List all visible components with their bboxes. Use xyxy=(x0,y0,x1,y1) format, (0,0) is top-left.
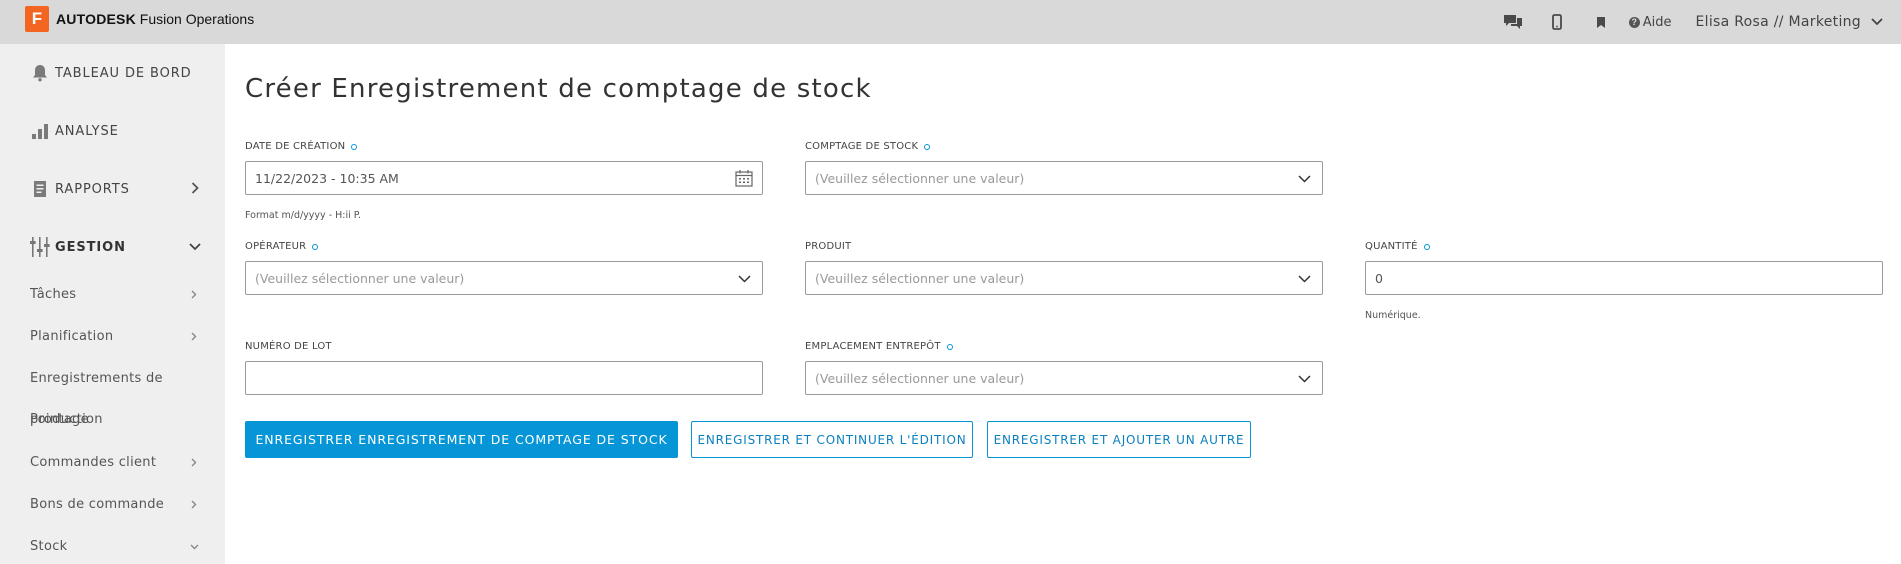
sidebar-item-reports[interactable]: RAPPORTS xyxy=(0,160,225,218)
mobile-icon[interactable] xyxy=(1535,0,1579,44)
chevron-right-icon xyxy=(191,182,199,194)
chevron-down-icon xyxy=(1298,275,1311,283)
bookmark-icon[interactable] xyxy=(1579,0,1623,44)
sidebar-item-analysis[interactable]: ANALYSE xyxy=(0,102,225,160)
required-icon xyxy=(924,143,931,150)
bell-icon xyxy=(29,62,51,84)
sidebar-subitem-production[interactable]: production xyxy=(30,412,103,427)
chevron-down-icon xyxy=(1298,375,1311,383)
document-icon xyxy=(29,178,51,200)
required-icon xyxy=(312,243,319,250)
chevron-right-icon xyxy=(191,332,197,341)
calendar-icon[interactable] xyxy=(735,169,753,190)
user-name: Elisa Rosa // Marketing xyxy=(1695,14,1861,30)
chat-icon[interactable] xyxy=(1491,0,1535,44)
chevron-down-icon xyxy=(738,275,751,283)
creation-date-field[interactable]: 11/22/2023 - 10:35 AM xyxy=(245,161,763,195)
save-and-continue-button[interactable]: ENREGISTRER ET CONTINUER L'ÉDITION xyxy=(691,421,973,458)
product-label: PRODUIT xyxy=(805,241,852,252)
chevron-right-icon xyxy=(191,500,197,509)
operator-label: OPÉRATEUR xyxy=(245,241,319,252)
date-format-hint: Format m/d/yyyy - H:ii P. xyxy=(245,210,362,221)
quantity-label: QUANTITÉ xyxy=(1365,241,1430,252)
sidebar-subitem-stock[interactable]: Stock xyxy=(0,525,225,564)
warehouse-location-select[interactable]: (Veuillez sélectionner une valeur) xyxy=(805,361,1323,395)
help-icon: ? xyxy=(1628,16,1640,28)
quantity-field[interactable]: 0 xyxy=(1365,261,1883,295)
chevron-down-icon xyxy=(189,243,201,251)
stock-count-label: COMPTAGE DE STOCK xyxy=(805,141,931,152)
creation-date-label: DATE DE CRÉATION xyxy=(245,141,358,152)
user-menu[interactable]: Elisa Rosa // Marketing xyxy=(1696,14,1884,30)
save-and-add-another-button[interactable]: ENREGISTRER ET AJOUTER UN AUTRE xyxy=(987,421,1251,458)
warehouse-location-label: EMPLACEMENT ENTREPÔT xyxy=(805,341,953,352)
sidebar: TABLEAU DE BORD ANALYSE RAPPORTS GESTION… xyxy=(0,44,225,564)
sidebar-subitem-production-records[interactable]: Enregistrements de xyxy=(0,357,225,399)
required-icon xyxy=(1423,243,1430,250)
stock-count-select[interactable]: (Veuillez sélectionner une valeur) xyxy=(805,161,1323,195)
sidebar-subitem-sales-orders[interactable]: Commandes client xyxy=(0,441,225,483)
sidebar-item-dashboard[interactable]: TABLEAU DE BORD xyxy=(0,44,225,102)
sliders-icon xyxy=(29,236,51,258)
fusion-logo-icon: F xyxy=(25,6,49,32)
chevron-right-icon xyxy=(191,458,197,467)
chevron-down-icon xyxy=(190,544,199,550)
top-bar: F AUTODESK Fusion Operations ? Aide Elis… xyxy=(0,0,1901,44)
sidebar-item-management[interactable]: GESTION xyxy=(0,218,225,276)
operator-select[interactable]: (Veuillez sélectionner une valeur) xyxy=(245,261,763,295)
sidebar-subitem-purchase-orders[interactable]: Bons de commande xyxy=(0,483,225,525)
help-label: Aide xyxy=(1642,14,1672,30)
lot-number-field[interactable] xyxy=(245,361,763,395)
page-title: Créer Enregistrement de comptage de stoc… xyxy=(245,74,872,104)
quantity-hint: Numérique. xyxy=(1365,310,1421,321)
lot-number-label: NUMÉRO DE LOT xyxy=(245,341,332,352)
product-select[interactable]: (Veuillez sélectionner une valeur) xyxy=(805,261,1323,295)
sidebar-subitem-planning[interactable]: Planification xyxy=(0,315,225,357)
required-icon xyxy=(946,343,953,350)
chevron-down-icon xyxy=(1298,175,1311,183)
brand-name: AUTODESK Fusion Operations xyxy=(56,11,255,27)
sidebar-subitem-tasks[interactable]: Tâches xyxy=(0,273,225,315)
chevron-down-icon xyxy=(1871,18,1883,26)
bar-chart-icon xyxy=(29,120,51,142)
help-link[interactable]: ? Aide xyxy=(1628,14,1672,30)
save-stock-count-button[interactable]: ENREGISTRER ENREGISTREMENT DE COMPTAGE D… xyxy=(245,421,678,458)
chevron-right-icon xyxy=(191,290,197,299)
required-icon xyxy=(351,143,358,150)
app-logo[interactable]: F AUTODESK Fusion Operations xyxy=(25,6,254,32)
